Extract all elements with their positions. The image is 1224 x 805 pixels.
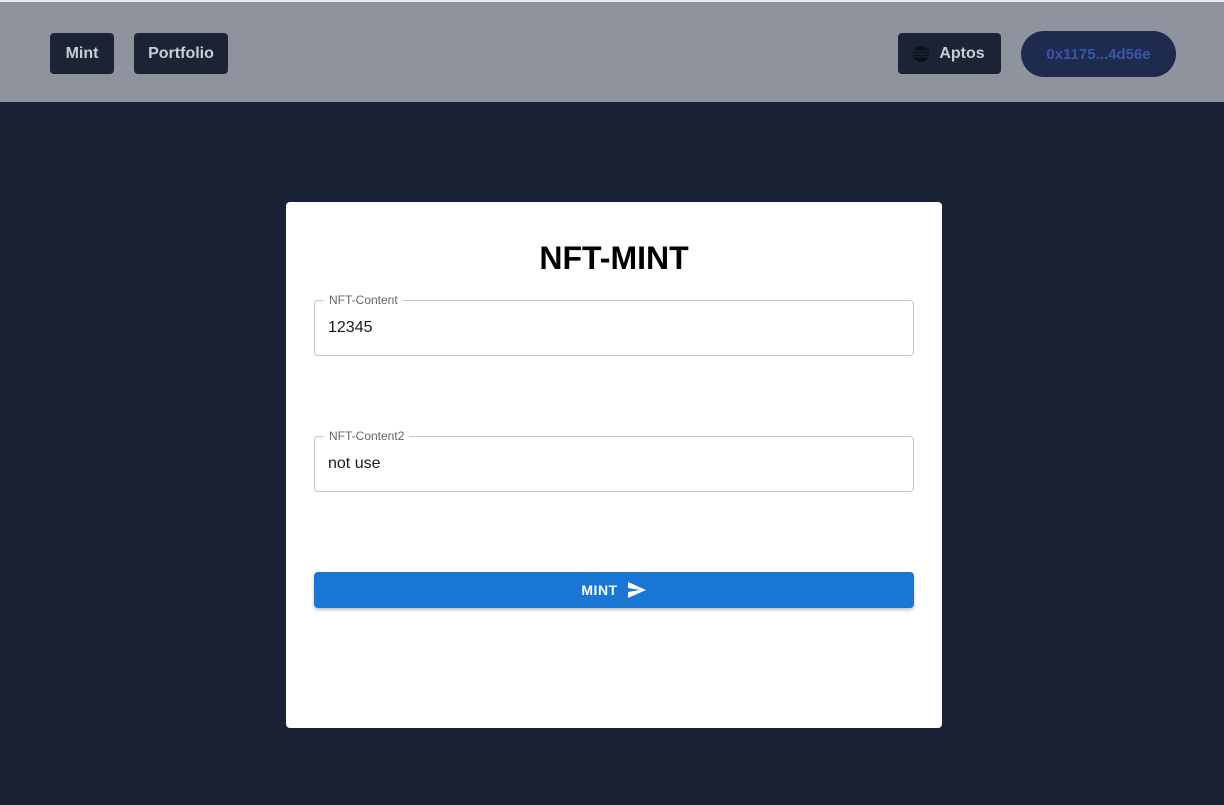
top-bar: Mint Portfolio Aptos 0x1175...4d56e bbox=[0, 0, 1224, 102]
mint-card: NFT-MINT NFT-Content NFT-Content2 MINT bbox=[286, 202, 942, 728]
send-icon bbox=[627, 581, 647, 599]
nav-mint-button[interactable]: Mint bbox=[50, 33, 114, 74]
nft-content-input[interactable] bbox=[328, 301, 898, 355]
mint-button-label: MINT bbox=[581, 582, 618, 598]
mint-button[interactable]: MINT bbox=[314, 572, 914, 608]
aptos-network-icon bbox=[912, 45, 930, 63]
network-label: Aptos bbox=[939, 44, 985, 62]
nft-content-field: NFT-Content bbox=[314, 293, 914, 356]
network-button[interactable]: Aptos bbox=[898, 33, 1001, 74]
page-title: NFT-MINT bbox=[539, 240, 689, 276]
nft-content2-input[interactable] bbox=[328, 437, 898, 491]
nav-portfolio-button[interactable]: Portfolio bbox=[134, 33, 228, 74]
wallet-address-button[interactable]: 0x1175...4d56e bbox=[1021, 31, 1176, 77]
nft-content2-field: NFT-Content2 bbox=[314, 429, 914, 492]
